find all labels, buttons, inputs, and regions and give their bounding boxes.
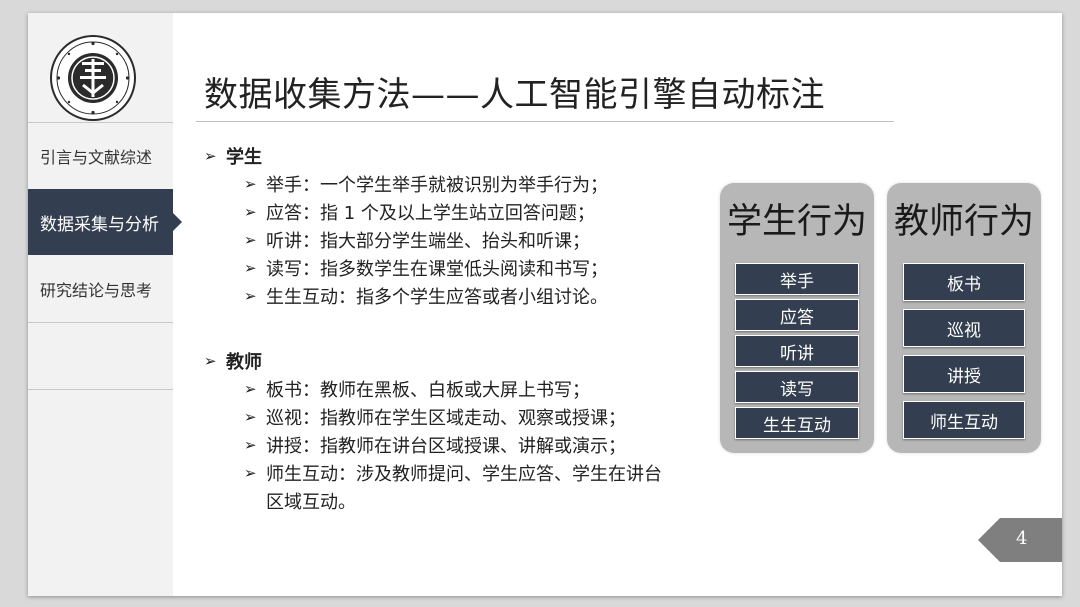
behavior-chip: 巡视 xyxy=(903,309,1025,347)
behavior-chip: 师生互动 xyxy=(903,401,1025,439)
teacher-behavior-panel: 教师行为 板书 巡视 讲授 师生互动 xyxy=(887,183,1041,453)
list-item: ➢ 举手：一个学生举手就被识别为举手行为； xyxy=(204,170,608,198)
list-item-text: 生生互动：指多个学生应答或者小组讨论。 xyxy=(266,287,608,308)
behavior-chip: 应答 xyxy=(735,299,859,331)
student-behavior-panel: 学生行为 举手 应答 听讲 读写 生生互动 xyxy=(720,183,874,453)
list-item: ➢ 听讲：指大部分学生端坐、抬头和听课； xyxy=(204,226,608,254)
behavior-chip: 举手 xyxy=(735,263,859,295)
nav-divider xyxy=(28,322,173,323)
list-item: ➢ 师生互动：涉及教师提问、学生应答、学生在讲台 xyxy=(204,459,662,487)
list-item: ➢ 应答：指 1 个及以上学生站立回答问题； xyxy=(204,198,608,226)
list-item-text: 板书：教师在黑板、白板或大屏上书写； xyxy=(266,380,590,401)
list-item: ➢ 讲授：指教师在讲台区域授课、讲解或演示； xyxy=(204,431,662,459)
slide: 引言与文献综述 数据采集与分析 研究结论与思考 数据收集方法——人工智能引擎自动… xyxy=(28,13,1062,596)
list-item: ➢ 读写：指多数学生在课堂低头阅读和书写； xyxy=(204,254,608,282)
behavior-chip: 讲授 xyxy=(903,355,1025,393)
slide-title: 数据收集方法——人工智能引擎自动标注 xyxy=(204,75,825,115)
list-item: ➢ 板书：教师在黑板、白板或大屏上书写； xyxy=(204,375,662,403)
teacher-heading-label: 教师 xyxy=(226,352,262,373)
nav-item-intro[interactable]: 引言与文献综述 xyxy=(28,123,173,189)
student-heading: ➢ 学生 xyxy=(204,142,608,170)
bullet-arrow-icon: ➢ xyxy=(244,287,257,305)
title-divider xyxy=(196,121,894,122)
active-nav-pointer-icon xyxy=(173,213,182,231)
behavior-chip: 生生互动 xyxy=(735,407,859,439)
list-item-text: 应答：指 1 个及以上学生站立回答问题； xyxy=(266,203,595,224)
student-heading-label: 学生 xyxy=(226,147,262,168)
behavior-chip: 读写 xyxy=(735,371,859,403)
bullet-arrow-icon: ➢ xyxy=(244,175,257,193)
panel-title: 教师行为 xyxy=(893,202,1034,242)
nav-item-data-analysis[interactable]: 数据采集与分析 xyxy=(28,189,173,255)
bullet-arrow-icon: ➢ xyxy=(204,352,217,370)
sidebar: 引言与文献综述 数据采集与分析 研究结论与思考 xyxy=(28,13,173,596)
list-item-continuation: 区域互动。 xyxy=(266,492,356,513)
bullet-arrow-icon: ➢ xyxy=(244,380,257,398)
list-item-text: 讲授：指教师在讲台区域授课、讲解或演示； xyxy=(266,436,626,457)
bullet-arrow-icon: ➢ xyxy=(244,231,257,249)
bullet-arrow-icon: ➢ xyxy=(244,464,257,482)
bullet-arrow-icon: ➢ xyxy=(244,436,257,454)
behavior-chip: 板书 xyxy=(903,263,1025,301)
behavior-chip: 听讲 xyxy=(735,335,859,367)
list-item-text: 举手：一个学生举手就被识别为举手行为； xyxy=(266,175,608,196)
bullet-arrow-icon: ➢ xyxy=(244,408,257,426)
nav-item-conclusion[interactable]: 研究结论与思考 xyxy=(28,256,173,322)
list-item: ➢ 巡视：指教师在学生区域走动、观察或授课； xyxy=(204,403,662,431)
student-behavior-list: ➢ 学生 ➢ 举手：一个学生举手就被识别为举手行为； ➢ 应答：指 1 个及以上… xyxy=(204,142,608,310)
teacher-behavior-list: ➢ 教师 ➢ 板书：教师在黑板、白板或大屏上书写； ➢ 巡视：指教师在学生区域走… xyxy=(204,347,662,515)
page-number: 4 xyxy=(1016,528,1028,549)
nav-divider xyxy=(28,389,173,390)
bullet-arrow-icon: ➢ xyxy=(244,203,257,221)
list-item-text: 听讲：指大部分学生端坐、抬头和听课； xyxy=(266,231,590,252)
bullet-arrow-icon: ➢ xyxy=(244,259,257,277)
teacher-heading: ➢ 教师 xyxy=(204,347,662,375)
panel-title: 学生行为 xyxy=(726,202,867,242)
list-item-text: 读写：指多数学生在课堂低头阅读和书写； xyxy=(266,259,608,280)
university-logo xyxy=(50,35,136,121)
list-item-text: 巡视：指教师在学生区域走动、观察或授课； xyxy=(266,408,626,429)
list-item-text: 师生互动：涉及教师提问、学生应答、学生在讲台 xyxy=(266,464,662,485)
list-item: ➢ 生生互动：指多个学生应答或者小组讨论。 xyxy=(204,282,608,310)
bullet-arrow-icon: ➢ xyxy=(204,147,217,165)
